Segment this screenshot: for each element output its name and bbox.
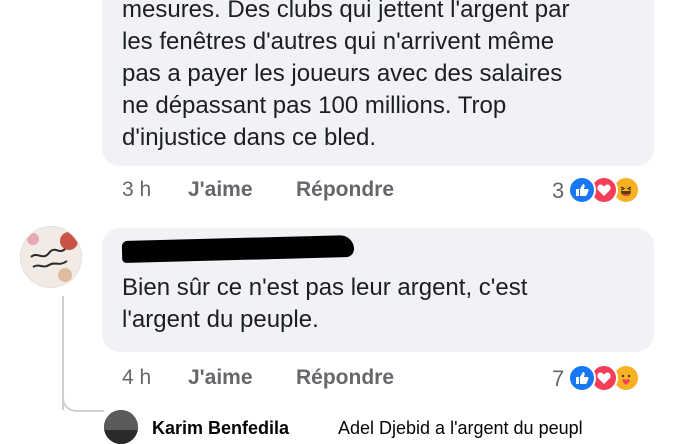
reply-button[interactable]: Répondre (296, 366, 394, 390)
comment-text: mesures. Des clubs qui jettent l'argent … (122, 0, 642, 154)
comment-line: mesures. Des clubs qui jettent l'argent … (122, 0, 570, 23)
reaction-count[interactable]: 3 (552, 178, 564, 204)
comment-timestamp[interactable]: 4 h (122, 366, 151, 390)
redacted-author-name (121, 234, 355, 264)
reaction-count[interactable]: 7 (552, 366, 564, 392)
comment-line: pas a payer les joueurs avec des salaire… (122, 60, 563, 87)
comment-line: l'argent du peuple. (122, 306, 319, 333)
like-button[interactable]: J'aime (188, 178, 253, 202)
thread-connector (62, 380, 104, 412)
reply-author-name[interactable]: Karim Benfedila (152, 418, 289, 439)
comment-line: ne dépassant pas 100 millions. Trop (122, 92, 507, 119)
comment-timestamp[interactable]: 3 h (122, 178, 151, 202)
like-icon (568, 176, 596, 204)
like-button[interactable]: J'aime (188, 366, 253, 390)
comment-bubble: mesures. Des clubs qui jettent l'argent … (102, 0, 654, 166)
like-icon (568, 364, 596, 392)
comment-line: les fenêtres d'autres qui n'arrivent mêm… (122, 28, 555, 55)
comment-line: Bien sûr ce n'est pas leur argent, c'est (122, 274, 528, 301)
avatar[interactable] (20, 226, 82, 288)
comment-text: Bien sûr ce n'est pas leur argent, c'est… (122, 272, 642, 336)
comment-line: d'injustice dans ce bled. (122, 124, 377, 151)
comment-actions: 3 h J'aime Répondre 3 (0, 176, 675, 206)
reaction-summary[interactable] (568, 364, 658, 392)
reaction-summary[interactable] (568, 176, 658, 204)
reply-button[interactable]: Répondre (296, 178, 394, 202)
comment-bubble: Bien sûr ce n'est pas leur argent, c'est… (102, 228, 654, 352)
reply-avatar[interactable] (104, 410, 138, 444)
reply-preview-text[interactable]: Adel Djebid a l'argent du peupl (338, 418, 583, 439)
